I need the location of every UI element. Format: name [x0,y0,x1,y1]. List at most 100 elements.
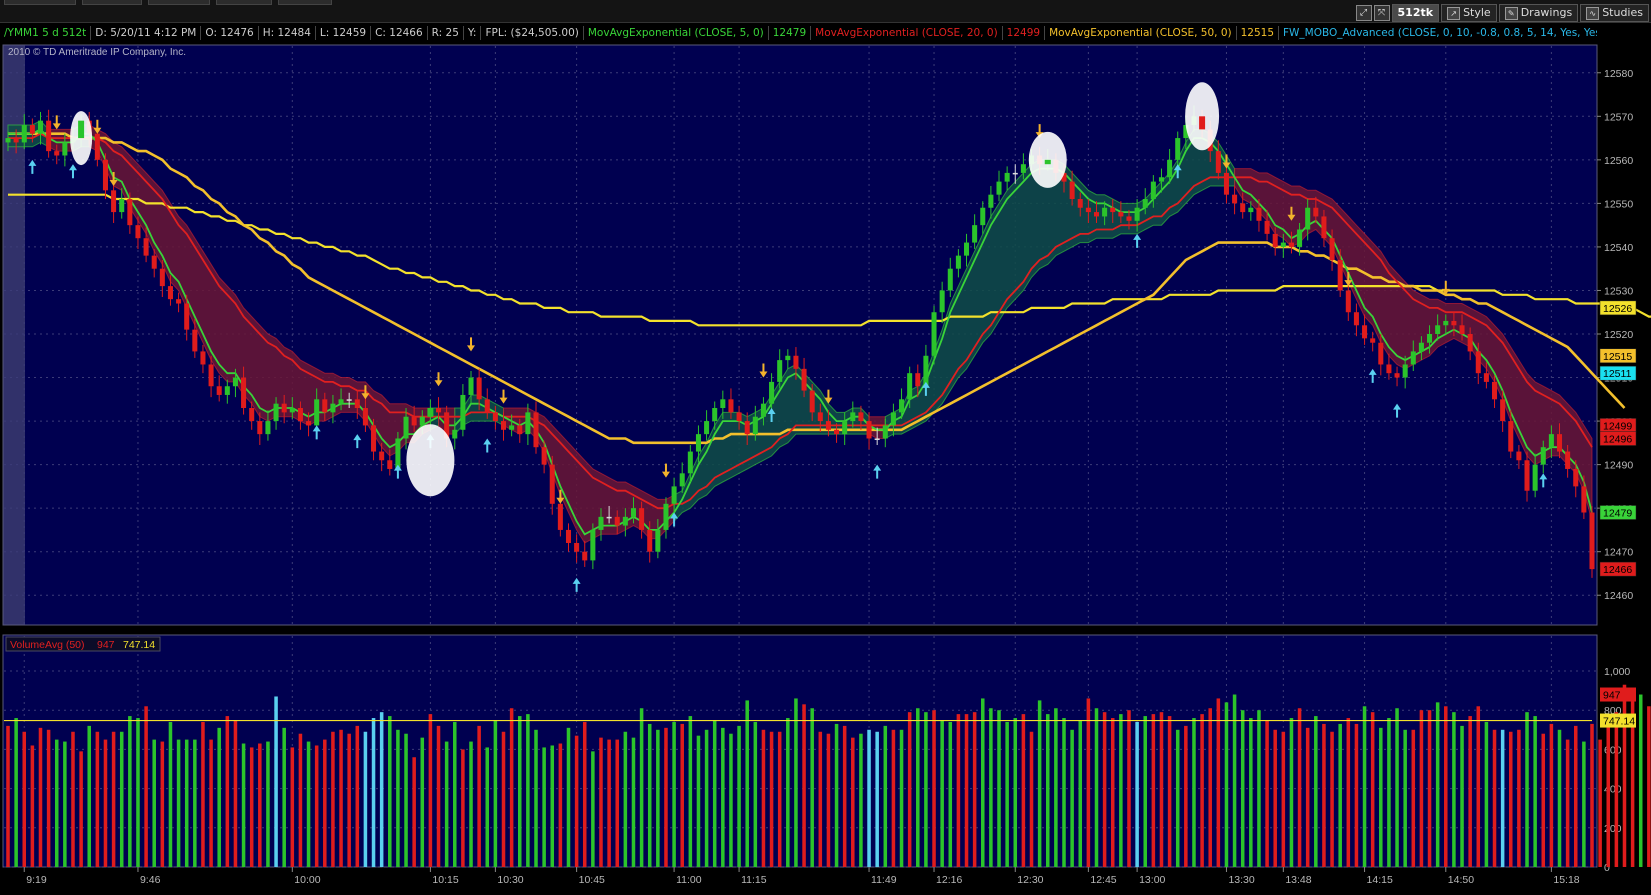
volume-bar [1517,729,1521,867]
volume-bar [737,725,741,867]
volume-bar [712,720,717,867]
candle-body [541,447,547,465]
volume-bar [493,720,498,867]
candle-body [54,151,60,156]
candle-body [1223,172,1229,195]
volume-bar [1184,725,1188,867]
volume-bar [607,739,611,867]
volume-bar [1127,710,1131,867]
candle-body [1232,194,1238,204]
candle-body [1020,164,1026,173]
drawings-button[interactable]: ✎ Drawings [1498,4,1579,22]
volume-bar [201,721,205,867]
volume-bar [1281,731,1286,867]
candle-body [5,138,11,143]
volume-bar [1403,729,1407,867]
pan-icon[interactable]: ⤧ [1373,5,1390,21]
candle-body [151,255,157,269]
volume-bar [972,712,977,867]
volume-bar [453,721,457,867]
candle-body [809,390,815,413]
candle-body [1556,434,1563,452]
volume-bar [339,729,343,867]
candle-body [915,373,921,387]
studies-button[interactable]: ∿ Studies [1580,4,1649,22]
ema50-label[interactable]: MovAvgExponential (CLOSE, 50, 0) [1045,26,1237,40]
candle-body [1353,312,1359,326]
candle-body [1548,434,1554,448]
time-tick-label: 13:48 [1285,874,1311,886]
volume-bar [1200,714,1204,867]
candle-body [1004,172,1010,182]
tab-stub[interactable] [278,0,332,5]
candle-body [1345,290,1351,313]
candle-body [598,516,604,530]
tab-stub[interactable] [216,0,272,5]
time-tick-label: 11:00 [676,874,702,886]
volume-bar [526,714,530,867]
volume-bar [517,716,522,867]
volume-bar [704,729,709,867]
ema5-label[interactable]: MovAvgExponential (CLOSE, 5, 0) [584,26,769,40]
candle-body [1012,172,1018,175]
candle-body [167,286,173,300]
volume-study-label[interactable]: VolumeAvg (50) [10,639,85,651]
volume-bar [501,731,506,867]
volume-bar [428,714,433,867]
candle-body [1418,342,1424,352]
tab-stub[interactable] [82,0,142,5]
volume-bar [615,739,619,867]
volume-bar [1078,720,1083,867]
volume-bar [111,731,116,867]
candle-body [1443,320,1449,326]
candle-body [1167,159,1173,178]
volume-bar [193,739,197,867]
zoom-icon[interactable]: ⤢ [1355,5,1372,21]
candle-body [500,421,507,430]
volume-bar [1086,698,1091,867]
time-tick-label: 10:15 [432,874,458,886]
high-readout: H: 12484 [259,26,316,40]
tab-stub[interactable] [4,0,76,5]
volume-bar [1509,731,1513,867]
volume-bar [1135,721,1139,867]
candle-body [387,460,393,469]
tab-stub[interactable] [148,0,210,5]
candle-body [639,508,645,530]
volume-bar [1460,725,1464,867]
candle-body [1215,151,1221,173]
volume-bar [550,745,555,867]
mobo-label[interactable]: FW_MOBO_Advanced (CLOSE, 0, 10, -0.8, 0.… [1279,26,1597,40]
style-button[interactable]: ↗ Style [1441,4,1497,22]
volume-bar [696,735,701,867]
candle-body [679,473,685,487]
volume-bar [1119,714,1123,867]
ema20-label[interactable]: MovAvgExponential (CLOSE, 20, 0) [811,26,1003,40]
volume-bar [842,725,847,867]
volume-bar [656,729,660,867]
volume-bar [956,714,961,867]
volume-bar [566,727,571,867]
price-tick-label: 12540 [1604,242,1633,254]
aggregation-button[interactable]: 512tk [1391,4,1440,22]
ema20-value: 12499 [1003,26,1046,40]
volume-bar [347,733,351,867]
volume-bar [1257,710,1261,867]
candle-body [297,408,303,422]
candle-body [411,416,417,426]
candle-body [306,421,312,426]
candle-body [192,329,198,352]
volume-bar [404,733,408,867]
price-tick-label: 12530 [1604,285,1633,297]
volume-bar [1151,714,1156,867]
volume-bar [997,710,1001,867]
volume-bar [444,741,449,867]
volume-bar [1468,716,1472,867]
candle-body [1158,177,1164,182]
time-tick-label: 9:19 [26,874,47,886]
candle-body [890,412,896,426]
candle-body [988,194,994,208]
symbol-label[interactable]: /YMM1 5 d 512t [0,26,92,40]
volume-bar [786,718,790,867]
candle-body [712,408,718,422]
